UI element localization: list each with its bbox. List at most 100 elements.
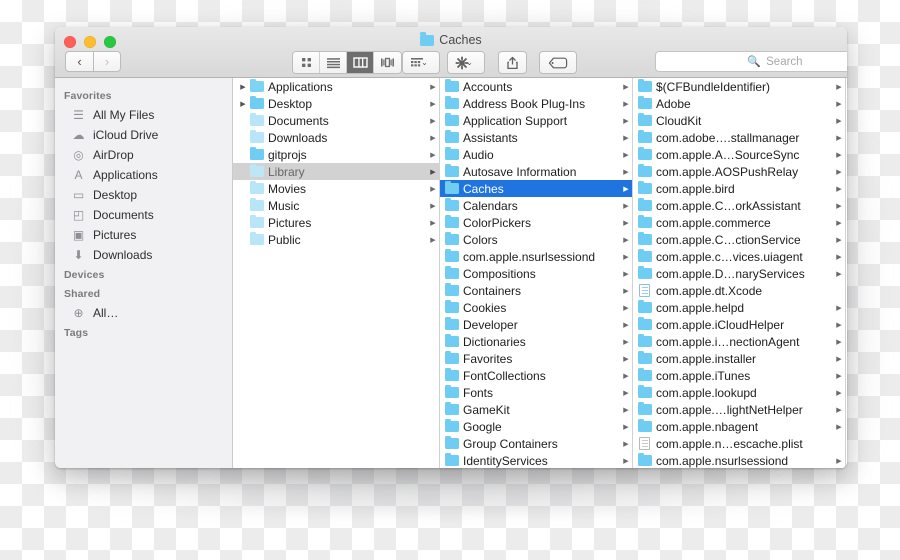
- disclosure-triangle-icon[interactable]: ▶: [620, 355, 632, 363]
- disclosure-triangle-icon[interactable]: ▶: [833, 457, 845, 465]
- column-row[interactable]: Application Support ▶: [440, 112, 632, 129]
- disclosure-triangle-icon[interactable]: ▶: [833, 321, 845, 329]
- sidebar-item-all-my-files[interactable]: ☰ All My Files: [55, 105, 232, 125]
- column-row[interactable]: Developer ▶: [440, 316, 632, 333]
- column-row[interactable]: Caches ▶: [440, 180, 632, 197]
- disclosure-triangle-icon[interactable]: ▶: [427, 185, 439, 193]
- disclosure-triangle-icon[interactable]: ▶: [833, 100, 845, 108]
- disclosure-triangle-icon[interactable]: ▶: [620, 168, 632, 176]
- action-menu-button[interactable]: ⌄: [448, 52, 484, 73]
- column-row[interactable]: com.apple.dt.Xcode: [633, 282, 845, 299]
- sidebar-item-pictures[interactable]: ▣ Pictures: [55, 225, 232, 245]
- column-row[interactable]: com.apple.nsurlsessiond ▶: [633, 452, 845, 468]
- disclosure-triangle-icon[interactable]: ▶: [620, 304, 632, 312]
- column-row[interactable]: Accounts ▶: [440, 78, 632, 95]
- disclosure-triangle-icon[interactable]: ▶: [620, 406, 632, 414]
- column-row[interactable]: com.apple.n…escache.plist: [633, 435, 845, 452]
- column-row[interactable]: com.apple.C…ctionService ▶: [633, 231, 845, 248]
- column-row[interactable]: GameKit ▶: [440, 401, 632, 418]
- icon-view-button[interactable]: [293, 52, 320, 73]
- column-row[interactable]: com.apple.lookupd ▶: [633, 384, 845, 401]
- column-row[interactable]: com.apple.helpd ▶: [633, 299, 845, 316]
- disclosure-triangle-icon[interactable]: ▶: [833, 338, 845, 346]
- column-row[interactable]: com.apple.c…vices.uiagent ▶: [633, 248, 845, 265]
- column-view-button[interactable]: [347, 52, 374, 73]
- disclosure-triangle-icon[interactable]: ▶: [620, 321, 632, 329]
- column-row[interactable]: Adobe ▶: [633, 95, 845, 112]
- disclosure-triangle-icon[interactable]: ▶: [620, 134, 632, 142]
- disclosure-triangle-icon[interactable]: ▶: [833, 304, 845, 312]
- column-row[interactable]: CloudKit ▶: [633, 112, 845, 129]
- column-row[interactable]: com.apple.i…nectionAgent ▶: [633, 333, 845, 350]
- disclosure-triangle-icon[interactable]: ▶: [620, 185, 632, 193]
- column-row[interactable]: Favorites ▶: [440, 350, 632, 367]
- disclosure-triangle-icon[interactable]: ▶: [833, 372, 845, 380]
- sidebar-item-airdrop[interactable]: ◎ AirDrop: [55, 145, 232, 165]
- disclosure-triangle-icon[interactable]: ▶: [620, 151, 632, 159]
- disclosure-triangle-icon[interactable]: ▶: [833, 270, 845, 278]
- disclosure-triangle-icon[interactable]: ▶: [833, 202, 845, 210]
- column-row[interactable]: Cookies ▶: [440, 299, 632, 316]
- column-row[interactable]: Colors ▶: [440, 231, 632, 248]
- disclosure-triangle-icon[interactable]: ▶: [833, 236, 845, 244]
- gallery-view-button[interactable]: [374, 52, 401, 73]
- disclosure-triangle-icon[interactable]: ▶: [833, 355, 845, 363]
- disclosure-triangle-icon[interactable]: ▶: [620, 236, 632, 244]
- disclosure-triangle-icon[interactable]: ▶: [833, 406, 845, 414]
- disclosure-triangle-icon[interactable]: ▶: [620, 117, 632, 125]
- column-row[interactable]: com.apple.bird ▶: [633, 180, 845, 197]
- column-row[interactable]: Group Containers ▶: [440, 435, 632, 452]
- disclosure-triangle-icon[interactable]: ▶: [620, 457, 632, 465]
- disclosure-triangle-icon[interactable]: ▶: [427, 134, 439, 142]
- sidebar-item-applications[interactable]: A Applications: [55, 165, 232, 185]
- forward-button[interactable]: ›: [93, 51, 121, 72]
- sidebar-item-icloud-drive[interactable]: ☁ iCloud Drive: [55, 125, 232, 145]
- disclosure-triangle-icon[interactable]: ▶: [620, 440, 632, 448]
- column-row[interactable]: Address Book Plug-Ins ▶: [440, 95, 632, 112]
- disclosure-triangle-icon[interactable]: ▶: [833, 151, 845, 159]
- column-row[interactable]: ▶ Applications ▶: [233, 78, 439, 95]
- disclosure-triangle-icon[interactable]: ▶: [620, 100, 632, 108]
- search-field[interactable]: 🔍 Search: [655, 51, 847, 72]
- column-row[interactable]: ColorPickers ▶: [440, 214, 632, 231]
- column-row[interactable]: com.adobe….stallmanager ▶: [633, 129, 845, 146]
- column-row[interactable]: com.apple.nbagent ▶: [633, 418, 845, 435]
- column-row[interactable]: com.apple.A…SourceSync ▶: [633, 146, 845, 163]
- share-button[interactable]: [499, 52, 526, 73]
- column-caches[interactable]: $(CFBundleIdentifier) ▶ Adobe ▶ CloudKit ▶ com…: [633, 78, 846, 468]
- disclosure-triangle-icon[interactable]: ▶: [237, 83, 249, 91]
- disclosure-triangle-icon[interactable]: ▶: [620, 253, 632, 261]
- column-row[interactable]: Audio ▶: [440, 146, 632, 163]
- column-row[interactable]: Documents ▶: [233, 112, 439, 129]
- disclosure-triangle-icon[interactable]: ▶: [620, 389, 632, 397]
- disclosure-triangle-icon[interactable]: ▶: [833, 134, 845, 142]
- arrange-button[interactable]: ⌄: [403, 52, 439, 73]
- column-row[interactable]: Fonts ▶: [440, 384, 632, 401]
- column-row[interactable]: FontCollections ▶: [440, 367, 632, 384]
- column-row[interactable]: com.apple.nsurlsessiond ▶: [440, 248, 632, 265]
- disclosure-triangle-icon[interactable]: ▶: [620, 83, 632, 91]
- disclosure-triangle-icon[interactable]: ▶: [833, 219, 845, 227]
- column-row[interactable]: Music ▶: [233, 197, 439, 214]
- sidebar-item-all[interactable]: ⊕ All…: [55, 303, 232, 323]
- list-view-button[interactable]: [320, 52, 347, 73]
- disclosure-triangle-icon[interactable]: ▶: [833, 389, 845, 397]
- disclosure-triangle-icon[interactable]: ▶: [833, 185, 845, 193]
- disclosure-triangle-icon[interactable]: ▶: [620, 270, 632, 278]
- column-row[interactable]: IdentityServices ▶: [440, 452, 632, 468]
- disclosure-triangle-icon[interactable]: ▶: [620, 338, 632, 346]
- disclosure-triangle-icon[interactable]: ▶: [427, 117, 439, 125]
- column-row[interactable]: Library ▶: [233, 163, 439, 180]
- column-row[interactable]: ▶ Desktop ▶: [233, 95, 439, 112]
- disclosure-triangle-icon[interactable]: ▶: [833, 117, 845, 125]
- column-row[interactable]: Containers ▶: [440, 282, 632, 299]
- disclosure-triangle-icon[interactable]: ▶: [833, 83, 845, 91]
- disclosure-triangle-icon[interactable]: ▶: [427, 219, 439, 227]
- column-row[interactable]: Dictionaries ▶: [440, 333, 632, 350]
- column-row[interactable]: Pictures ▶: [233, 214, 439, 231]
- column-row[interactable]: com.apple.iTunes ▶: [633, 367, 845, 384]
- column-row[interactable]: com.apple.iCloudHelper ▶: [633, 316, 845, 333]
- disclosure-triangle-icon[interactable]: ▶: [620, 219, 632, 227]
- disclosure-triangle-icon[interactable]: ▶: [620, 287, 632, 295]
- column-row[interactable]: com.apple.D…naryServices ▶: [633, 265, 845, 282]
